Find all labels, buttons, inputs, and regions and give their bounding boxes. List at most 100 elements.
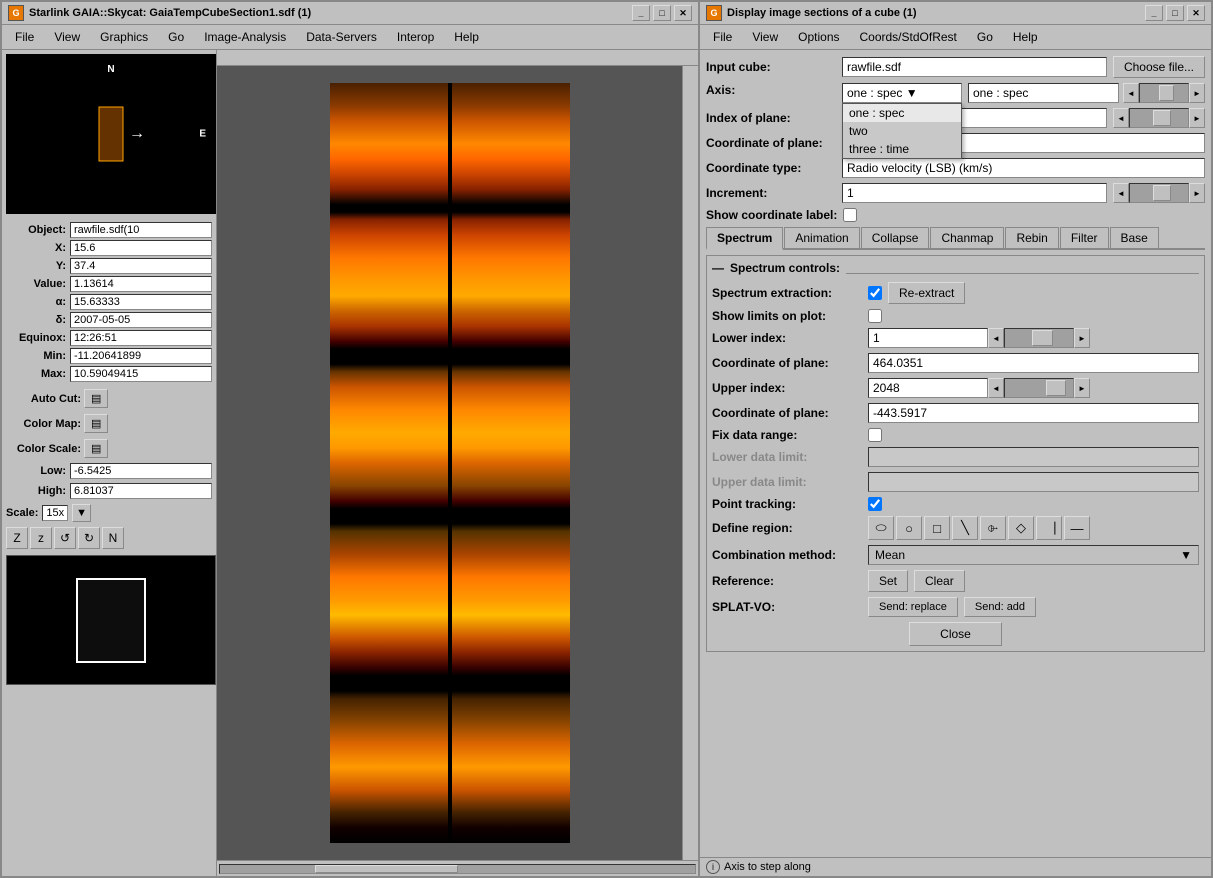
combination-method-select[interactable]: Mean ▼ bbox=[868, 545, 1199, 565]
menu-file-left[interactable]: File bbox=[6, 27, 43, 47]
dropdown-item-one[interactable]: one : spec bbox=[843, 104, 961, 122]
menu-coords[interactable]: Coords/StdOfRest bbox=[851, 27, 966, 47]
increment-scroll-right[interactable]: ► bbox=[1189, 183, 1205, 203]
tab-base[interactable]: Base bbox=[1110, 227, 1159, 248]
region-poly-btn[interactable]: ⌱ bbox=[980, 516, 1006, 540]
scroll-track[interactable] bbox=[1139, 83, 1189, 103]
coord-type-input[interactable]: Radio velocity (LSB) (km/s) bbox=[842, 158, 1205, 178]
menu-go-right[interactable]: Go bbox=[968, 27, 1002, 47]
scale-dropdown-btn[interactable]: ▼ bbox=[72, 504, 91, 522]
zoom-in-btn[interactable]: Z bbox=[6, 527, 28, 549]
menu-view-right[interactable]: View bbox=[743, 27, 787, 47]
plane-track[interactable] bbox=[1129, 108, 1189, 128]
increment-scroll-left[interactable]: ◄ bbox=[1113, 183, 1129, 203]
north-btn[interactable]: N bbox=[102, 527, 124, 549]
show-coord-checkbox[interactable] bbox=[843, 208, 857, 222]
second-axis-input[interactable]: one : spec bbox=[968, 83, 1119, 103]
high-value[interactable]: 6.81037 bbox=[70, 483, 212, 499]
menu-graphics[interactable]: Graphics bbox=[91, 27, 157, 47]
menu-go-left[interactable]: Go bbox=[159, 27, 193, 47]
splat-vo-row: SPLAT-VO: Send: replace Send: add bbox=[712, 597, 1199, 617]
axis-dropdown[interactable]: one : spec ▼ bbox=[842, 83, 962, 103]
upper-index-input[interactable]: 2048 bbox=[868, 378, 988, 398]
menu-interop[interactable]: Interop bbox=[388, 27, 443, 47]
maximize-btn[interactable]: □ bbox=[653, 5, 671, 21]
region-rect-btn[interactable]: □ bbox=[924, 516, 950, 540]
dropdown-item-three[interactable]: three : time bbox=[843, 140, 961, 158]
lower-coord-input[interactable]: 464.0351 bbox=[868, 353, 1199, 373]
axis-row: Axis: one : spec ▼ one : spec two three … bbox=[706, 83, 1205, 103]
clear-btn[interactable]: Clear bbox=[914, 570, 965, 592]
scroll-left-btn[interactable]: ◄ bbox=[1123, 83, 1139, 103]
upper-index-scroll-right[interactable]: ► bbox=[1074, 378, 1090, 398]
close-btn-left[interactable]: ✕ bbox=[674, 5, 692, 21]
lower-index-scroll-right[interactable]: ► bbox=[1074, 328, 1090, 348]
zoom-out-btn[interactable]: z bbox=[30, 527, 52, 549]
set-btn[interactable]: Set bbox=[868, 570, 908, 592]
send-replace-btn[interactable]: Send: replace bbox=[868, 597, 958, 617]
top-scrollbar[interactable] bbox=[217, 50, 698, 66]
menu-file-right[interactable]: File bbox=[704, 27, 741, 47]
tab-rebin[interactable]: Rebin bbox=[1005, 227, 1058, 248]
region-ellipse-btn[interactable]: ⬭ bbox=[868, 516, 894, 540]
upper-coord-input[interactable]: -443.5917 bbox=[868, 403, 1199, 423]
menu-image-analysis[interactable]: Image-Analysis bbox=[195, 27, 295, 47]
menu-help-left[interactable]: Help bbox=[445, 27, 488, 47]
rotate-cw-btn[interactable]: ↻ bbox=[78, 527, 100, 549]
value-label: Value: bbox=[6, 278, 66, 290]
menu-view-left[interactable]: View bbox=[45, 27, 89, 47]
region-diamond-btn[interactable]: ◇ bbox=[1008, 516, 1034, 540]
color-scale-btn[interactable]: ▤ bbox=[84, 439, 108, 458]
upper-index-track[interactable] bbox=[1004, 378, 1074, 398]
close-btn-right[interactable]: ✕ bbox=[1187, 5, 1205, 21]
scale-select[interactable]: 15x bbox=[42, 505, 68, 521]
upper-index-label: Upper index: bbox=[712, 381, 862, 395]
axis-label: Axis: bbox=[706, 83, 836, 97]
menu-help-right[interactable]: Help bbox=[1004, 27, 1047, 47]
tab-filter[interactable]: Filter bbox=[1060, 227, 1109, 248]
choose-file-btn[interactable]: Choose file... bbox=[1113, 56, 1205, 78]
region-hline-btn[interactable]: — bbox=[1064, 516, 1090, 540]
show-limits-label: Show limits on plot: bbox=[712, 309, 862, 323]
auto-cut-btn[interactable]: ▤ bbox=[84, 389, 108, 408]
upper-index-thumb bbox=[1046, 380, 1066, 396]
right-scrollbar[interactable] bbox=[682, 66, 698, 860]
plane-scroll-right[interactable]: ► bbox=[1189, 108, 1205, 128]
rotate-ccw-btn[interactable]: ↺ bbox=[54, 527, 76, 549]
preview-rect bbox=[99, 107, 124, 162]
scroll-right-btn[interactable]: ► bbox=[1189, 83, 1205, 103]
fix-data-range-checkbox[interactable] bbox=[868, 428, 882, 442]
spectrum-extraction-checkbox[interactable] bbox=[868, 286, 882, 300]
region-circle-btn[interactable]: ○ bbox=[896, 516, 922, 540]
low-value[interactable]: -6.5425 bbox=[70, 463, 212, 479]
show-limits-checkbox[interactable] bbox=[868, 309, 882, 323]
region-line-btn[interactable]: ╲ bbox=[952, 516, 978, 540]
menu-data-servers[interactable]: Data-Servers bbox=[297, 27, 386, 47]
menu-options[interactable]: Options bbox=[789, 27, 848, 47]
tab-chanmap[interactable]: Chanmap bbox=[930, 227, 1004, 248]
close-window-btn[interactable]: Close bbox=[909, 622, 1002, 646]
maximize-btn-right[interactable]: □ bbox=[1166, 5, 1184, 21]
point-tracking-checkbox[interactable] bbox=[868, 497, 882, 511]
input-cube-input[interactable]: rawfile.sdf bbox=[842, 57, 1107, 77]
dropdown-item-two[interactable]: two bbox=[843, 122, 961, 140]
plane-scroll-left[interactable]: ◄ bbox=[1113, 108, 1129, 128]
lower-index-scroll-left[interactable]: ◄ bbox=[988, 328, 1004, 348]
tab-collapse[interactable]: Collapse bbox=[861, 227, 930, 248]
region-vline-btn[interactable]: ⎹ bbox=[1036, 516, 1062, 540]
bottom-scrollbar[interactable] bbox=[217, 860, 698, 876]
upper-index-scroll-left[interactable]: ◄ bbox=[988, 378, 1004, 398]
tab-animation[interactable]: Animation bbox=[784, 227, 859, 248]
send-add-btn[interactable]: Send: add bbox=[964, 597, 1036, 617]
increment-track[interactable] bbox=[1129, 183, 1189, 203]
minimize-btn[interactable]: _ bbox=[632, 5, 650, 21]
tab-spectrum[interactable]: Spectrum bbox=[706, 227, 783, 250]
plane-scroll: ◄ ► bbox=[1113, 108, 1205, 128]
scrollbar-track[interactable] bbox=[219, 864, 696, 874]
lower-index-track[interactable] bbox=[1004, 328, 1074, 348]
color-map-btn[interactable]: ▤ bbox=[84, 414, 108, 433]
minimize-btn-right[interactable]: _ bbox=[1145, 5, 1163, 21]
reextract-btn[interactable]: Re-extract bbox=[888, 282, 965, 304]
lower-index-input[interactable]: 1 bbox=[868, 328, 988, 348]
increment-input[interactable]: 1 bbox=[842, 183, 1107, 203]
